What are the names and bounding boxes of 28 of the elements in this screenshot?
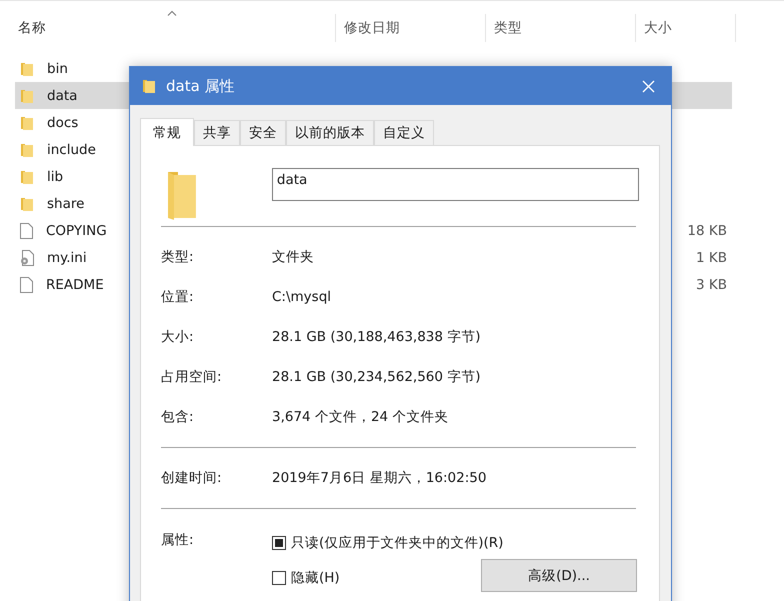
property-label: 属性: bbox=[161, 531, 195, 550]
file-name: README bbox=[46, 276, 104, 292]
file-name: my.ini bbox=[47, 250, 87, 266]
file-name: include bbox=[47, 142, 96, 158]
window-title: data 属性 bbox=[166, 76, 235, 96]
checkbox-label: 只读(仅应用于文件夹中的文件)(R) bbox=[291, 534, 504, 552]
property-label: 占用空间: bbox=[161, 368, 223, 386]
property-value: 2019年7月6日 星期六，16:02:50 bbox=[272, 469, 486, 487]
file-name: COPYING bbox=[46, 222, 107, 238]
file-size: 1 KB bbox=[696, 250, 727, 266]
property-label: 包含: bbox=[161, 408, 195, 426]
checkbox-label: 隐藏(H) bbox=[291, 569, 340, 587]
property-value: 28.1 GB (30,234,562,560 字节) bbox=[272, 368, 481, 386]
property-value: 28.1 GB (30,188,463,838 字节) bbox=[272, 328, 481, 346]
property-value: 文件夹 bbox=[272, 248, 314, 266]
file-size: 18 KB bbox=[687, 222, 727, 238]
property-value: 3,674 个文件，24 个文件夹 bbox=[272, 408, 448, 426]
file-name: lib bbox=[47, 168, 64, 184]
file-size: 3 KB bbox=[696, 276, 727, 292]
file-name: data bbox=[47, 88, 78, 104]
file-name: share bbox=[47, 196, 84, 212]
file-name: docs bbox=[47, 114, 78, 130]
property-label: 位置: bbox=[161, 288, 195, 306]
file-name: bin bbox=[47, 60, 68, 76]
property-label: 创建时间: bbox=[161, 469, 223, 487]
property-label: 类型: bbox=[161, 248, 195, 266]
property-label: 大小: bbox=[161, 328, 195, 346]
property-value: C:\mysql bbox=[272, 289, 332, 305]
